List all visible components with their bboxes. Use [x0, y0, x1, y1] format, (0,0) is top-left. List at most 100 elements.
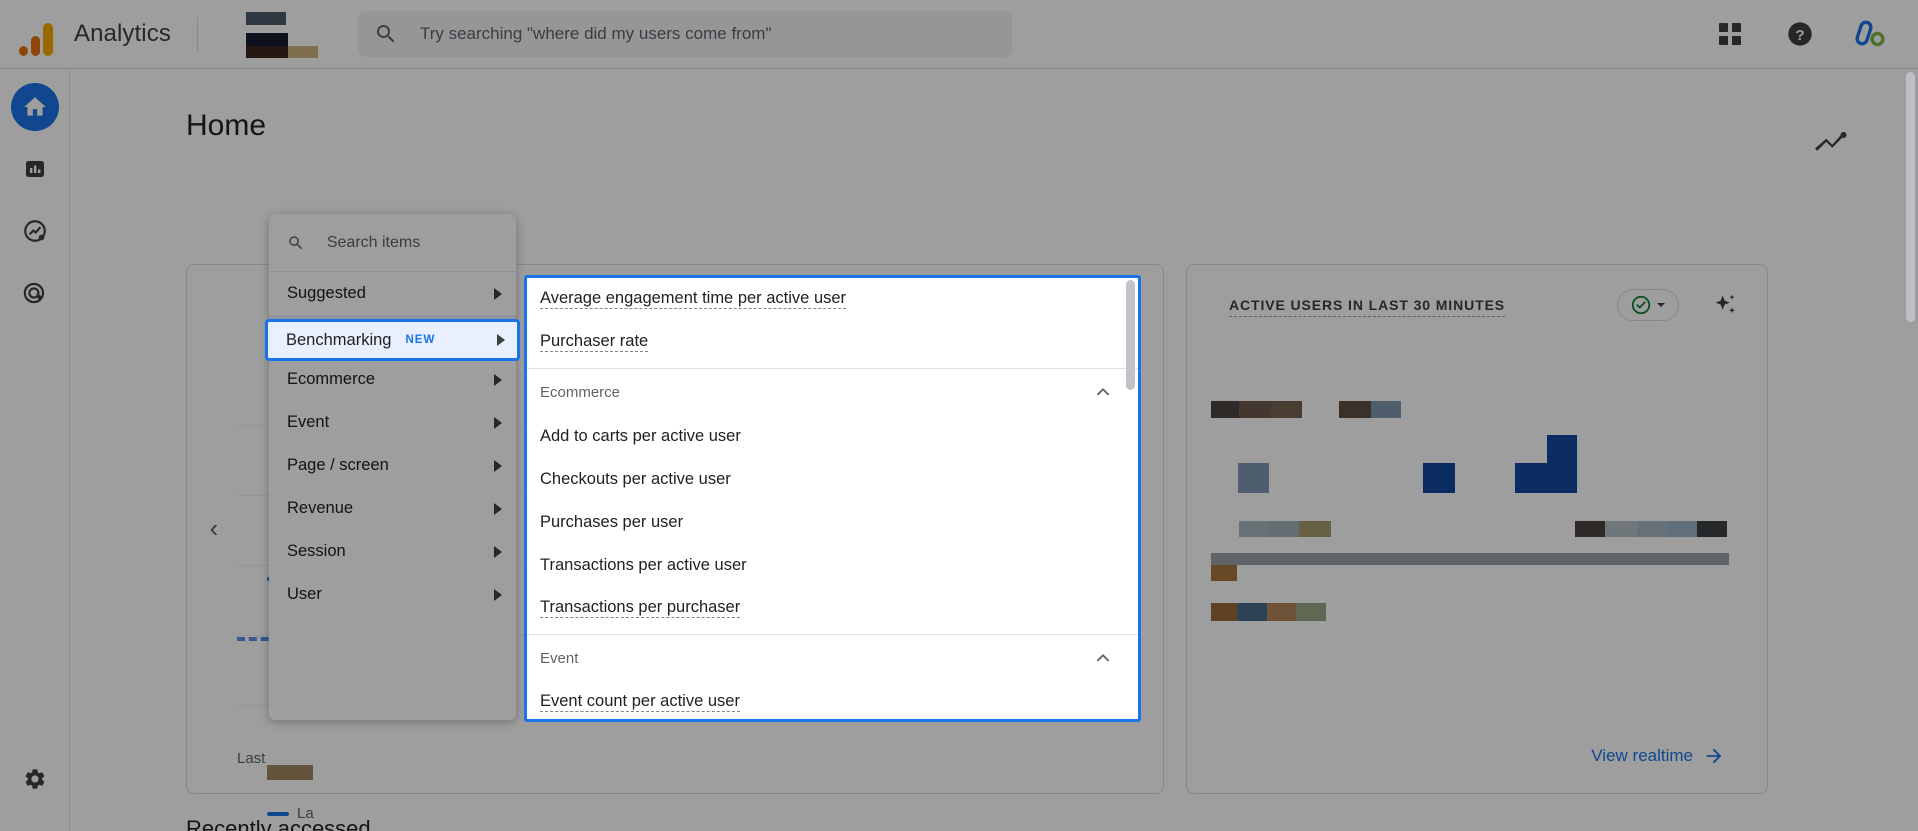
- menu-item-session[interactable]: Session: [269, 530, 516, 573]
- menu-item-label: Revenue: [287, 499, 354, 517]
- redacted-block: [1267, 603, 1296, 621]
- redacted-block: [1269, 521, 1299, 537]
- submenu-group-event[interactable]: Event: [527, 635, 1138, 681]
- submenu-item-event-count-per-active-user[interactable]: Event count per active user: [527, 681, 1138, 719]
- submenu-item-purchaser-rate[interactable]: Purchaser rate: [527, 321, 1138, 364]
- menu-item-ecommerce[interactable]: Ecommerce: [269, 358, 516, 401]
- submenu-item-label: Purchaser rate: [540, 333, 649, 353]
- active-users-card: ACTIVE USERS IN LAST 30 MINUTES View rea…: [1186, 264, 1768, 794]
- chevron-right-icon: [497, 334, 505, 346]
- search-icon: [376, 25, 395, 43]
- chevron-down-icon: [1656, 303, 1665, 307]
- menu-item-user[interactable]: User: [269, 573, 516, 616]
- redacted-block: [1697, 521, 1727, 537]
- top-bar-actions: ?: [1710, 14, 1890, 54]
- menu-item-label: Ecommerce: [287, 370, 376, 388]
- left-navigation-rail: [0, 69, 70, 831]
- submenu-group-ecommerce[interactable]: Ecommerce: [527, 369, 1138, 415]
- analytics-home-page: Analytics ?: [0, 0, 1918, 831]
- menu-item-event[interactable]: Event: [269, 401, 516, 444]
- submenu-item-average-engagement-time-per-active-user[interactable]: Average engagement time per active user: [527, 278, 1138, 321]
- submenu-item-label: Checkouts per active user: [540, 470, 731, 488]
- menu-search-row[interactable]: [269, 214, 516, 272]
- menu-item-label: User: [287, 585, 322, 603]
- redacted-block: [1637, 521, 1667, 537]
- sparkle-icon[interactable]: [1711, 291, 1739, 319]
- recently-accessed-heading: Recently accessed: [186, 816, 371, 831]
- menu-item-label: Suggested: [287, 284, 366, 302]
- svg-text:?: ?: [1795, 27, 1804, 44]
- redacted-block: [1371, 401, 1401, 418]
- status-badge[interactable]: [1617, 289, 1679, 321]
- chevron-right-icon: [494, 416, 502, 429]
- sidebar-item-reports[interactable]: [11, 145, 59, 193]
- redacted-block: [1547, 435, 1577, 465]
- sidebar-item-admin[interactable]: [11, 755, 59, 803]
- redacted-block: [1211, 401, 1239, 418]
- reports-bar-chart-icon: [25, 161, 44, 177]
- search-icon: [289, 235, 303, 249]
- view-realtime-link[interactable]: View realtime: [1591, 745, 1725, 767]
- advertising-target-icon: [23, 282, 44, 304]
- redacted-block: [1238, 463, 1269, 493]
- sidebar-item-explore[interactable]: [11, 207, 59, 255]
- redacted-block: [1339, 401, 1371, 418]
- redacted-block: [1575, 521, 1605, 537]
- active-users-card-title: ACTIVE USERS IN LAST 30 MINUTES: [1229, 297, 1506, 317]
- redacted-block: [1296, 603, 1326, 621]
- explore-trend-icon: [23, 220, 46, 242]
- new-badge: NEW: [405, 334, 436, 346]
- submenu-item-label: Transactions per purchaser: [540, 599, 741, 619]
- overview-card-footer: Last: [237, 750, 266, 767]
- search-input[interactable]: [419, 24, 996, 44]
- submenu-item-add-to-carts-per-active-user[interactable]: Add to carts per active user: [527, 415, 1138, 458]
- submenu-item-label: Event count per active user: [540, 693, 740, 713]
- submenu-item-checkouts-per-active-user[interactable]: Checkouts per active user: [527, 458, 1138, 501]
- chevron-up-icon: [1097, 654, 1109, 662]
- redacted-block: [1423, 463, 1455, 493]
- submenu-item-transactions-per-active-user[interactable]: Transactions per active user: [527, 544, 1138, 587]
- chevron-right-icon: [494, 287, 502, 300]
- google-analytics-logo-icon: [14, 12, 58, 56]
- chevron-right-icon: [494, 588, 502, 601]
- menu-item-label: Session: [287, 542, 346, 560]
- benchmarking-submenu: Average engagement time per active user …: [524, 275, 1141, 722]
- submenu-item-label: Add to carts per active user: [540, 427, 741, 445]
- submenu-group-label: Ecommerce: [540, 383, 621, 401]
- page-title: Home: [186, 109, 267, 142]
- menu-item-benchmarking-highlighted[interactable]: Benchmarking NEW: [265, 319, 520, 361]
- menu-item-suggested[interactable]: Suggested: [269, 272, 516, 315]
- menu-item-label: Page / screen: [287, 456, 389, 474]
- redacted-block: [1515, 463, 1577, 493]
- page-scrollbar[interactable]: [1906, 72, 1915, 322]
- brand-title: Analytics: [74, 20, 171, 47]
- legend-line-marker: [267, 811, 289, 816]
- redacted-block: [1211, 553, 1729, 565]
- chevron-right-icon: [494, 502, 502, 515]
- submenu-item-purchases-per-user[interactable]: Purchases per user: [527, 501, 1138, 544]
- submenu-item-transactions-per-purchaser[interactable]: Transactions per purchaser: [527, 587, 1138, 630]
- gear-icon: [25, 769, 44, 789]
- chart-legend-redacted-swatch: [267, 765, 313, 780]
- menu-search-input[interactable]: [326, 233, 498, 252]
- menu-item-revenue[interactable]: Revenue: [269, 487, 516, 530]
- menu-item-page-screen[interactable]: Page / screen: [269, 444, 516, 487]
- redacted-block: [1211, 603, 1237, 621]
- brand-divider: [196, 17, 198, 51]
- carousel-prev-button[interactable]: ‹: [199, 513, 229, 543]
- global-search-bar[interactable]: [357, 11, 1012, 57]
- view-realtime-label: View realtime: [1591, 746, 1693, 765]
- redacted-block: [1237, 603, 1267, 621]
- account-avatar-icon[interactable]: [1850, 14, 1890, 54]
- account-property-selector-redacted[interactable]: [238, 10, 318, 58]
- submenu-group-label: Event: [540, 649, 579, 667]
- insights-trend-icon[interactable]: [1812, 123, 1848, 159]
- submenu-scrollbar[interactable]: [1126, 280, 1135, 390]
- sidebar-item-home[interactable]: [10, 83, 59, 131]
- apps-grid-icon[interactable]: [1710, 14, 1750, 54]
- help-icon[interactable]: ?: [1780, 14, 1820, 54]
- sidebar-item-advertising[interactable]: [11, 269, 59, 317]
- redacted-block: [1211, 565, 1237, 581]
- redacted-block: [1299, 521, 1331, 537]
- chevron-right-icon: [494, 373, 502, 386]
